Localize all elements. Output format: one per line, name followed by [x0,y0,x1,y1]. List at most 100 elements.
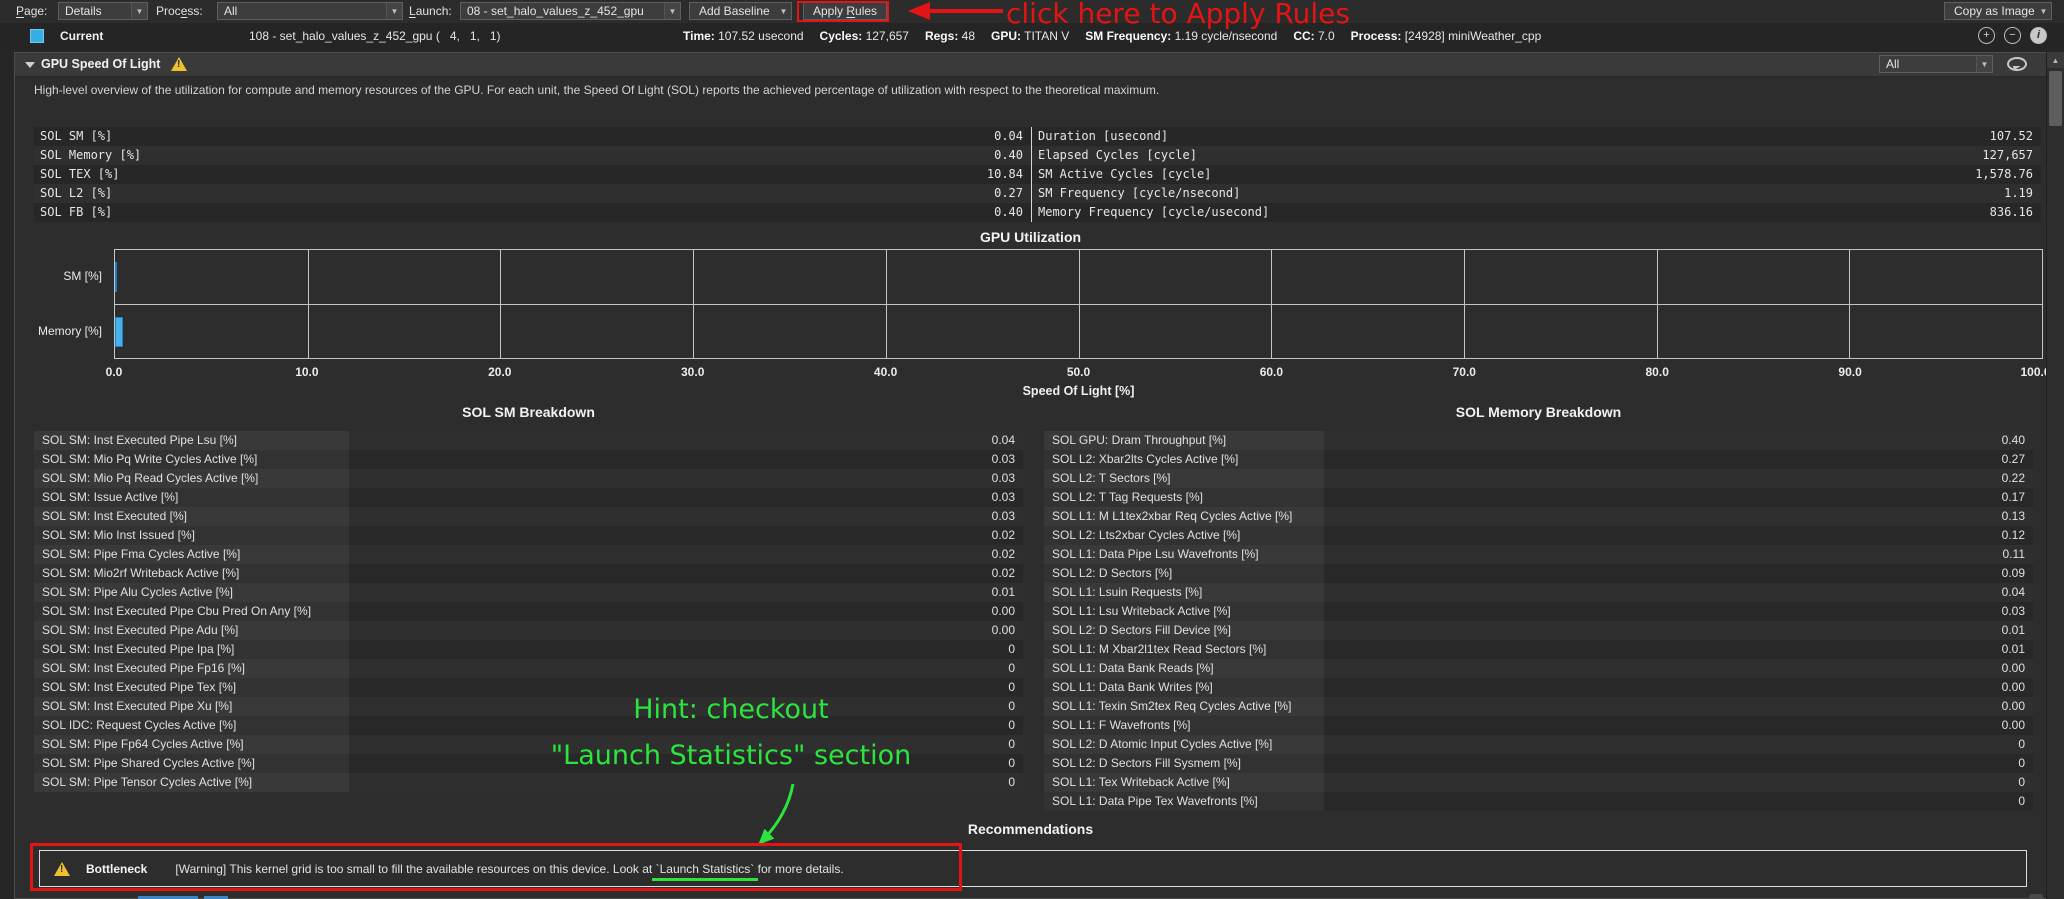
gridline [1271,250,1272,358]
gridline [1849,250,1850,358]
chevron-down-icon: ▼ [664,3,680,19]
breakdown-row: SOL IDC: Request Cycles Active [%] 0 [34,716,1023,735]
gridline [500,250,501,358]
breakdown-row: SOL SM: Inst Executed Pipe Cbu Pred On A… [34,602,1023,621]
breakdown-row: SOL SM: Pipe Tensor Cycles Active [%] 0 [34,773,1023,792]
info-button[interactable]: i [2030,27,2047,44]
x-tick-label: 80.0 [1646,365,1669,379]
breakdown-row: SOL L1: F Wavefronts [%] 0.00 [1044,716,2033,735]
breakdown-row: SOL L1: Data Bank Writes [%] 0.00 [1044,678,2033,697]
add-baseline-dropdown-arrow[interactable]: ▼ [776,2,792,20]
breakdown-row: SOL L2: T Sectors [%] 0.22 [1044,469,2033,488]
copy-as-image-button[interactable]: Copy as Image [1944,2,2045,20]
breakdown-row: SOL L1: Lsu Writeback Active [%] 0.03 [1044,602,2033,621]
breakdown-row: SOL SM: Pipe Fma Cycles Active [%] 0.02 [34,545,1023,564]
process-dropdown[interactable]: All ▼ [217,2,403,20]
breakdown-row: SOL L1: M L1tex2xbar Req Cycles Active [… [1044,507,2033,526]
zoom-out-button[interactable]: − [2004,27,2021,44]
current-label: Current [60,29,103,43]
chart-x-label: Speed Of Light [%] [114,384,2043,398]
chevron-down-icon: ▼ [2040,7,2048,16]
process-label: Process: [156,4,203,18]
sol-summary-row: SOL SM [%]0.04 Duration [usecond]107.52 [34,127,2041,146]
gridline [886,250,887,358]
chevron-down-icon: ▼ [131,3,147,19]
kernel-metric: SM Frequency: 1.19 cycle/nsecond [1085,29,1277,43]
gridline [1464,250,1465,358]
kernel-metric: CC: 7.0 [1293,29,1334,43]
warning-icon [54,862,70,876]
chevron-down-icon: ▼ [1976,56,1992,72]
page-dropdown[interactable]: Details ▼ [58,2,148,20]
breakdown-row: SOL L2: Xbar2lts Cycles Active [%] 0.27 [1044,450,2033,469]
current-color-swatch [30,29,44,43]
apply-rules-button[interactable]: Apply Rules [803,2,887,20]
breakdown-row: SOL L2: T Tag Requests [%] 0.17 [1044,488,2033,507]
scrollbar-thumb[interactable] [2049,71,2062,126]
sol-summary-row: SOL FB [%]0.40 Memory Frequency [cycle/u… [34,203,2041,222]
plus-icon: + [1983,30,1989,41]
x-tick-label: 20.0 [488,365,511,379]
breakdown-row: SOL SM: Pipe Shared Cycles Active [%] 0 [34,754,1023,773]
sm-breakdown-title: SOL SM Breakdown [34,404,1023,420]
breakdown-row: SOL SM: Inst Executed Pipe Lsu [%] 0.04 [34,431,1023,450]
bottleneck-label: Bottleneck [86,862,147,876]
chevron-down-icon: ▼ [386,3,402,19]
recommendations-title: Recommendations [15,821,2046,837]
minus-icon: − [2009,30,2015,41]
collapse-caret-icon[interactable] [25,62,35,68]
x-tick-label: 100.0 [2020,365,2047,379]
sol-summary-row: SOL TEX [%]10.84 SM Active Cycles [cycle… [34,165,2041,184]
bottleneck-recommendation: Bottleneck [Warning] This kernel grid is… [39,850,2027,887]
breakdown-row: SOL SM: Inst Executed Pipe Ipa [%] 0 [34,640,1023,659]
gridline [1657,250,1658,358]
section-filter-dropdown[interactable]: All ▼ [1879,55,1993,73]
zoom-in-button[interactable]: + [1978,27,1995,44]
breakdown-row: SOL SM: Pipe Fp64 Cycles Active [%] 0 [34,735,1023,754]
breakdown-row: SOL SM: Inst Executed Pipe Tex [%] 0 [34,678,1023,697]
breakdown-row: SOL L2: D Sectors [%] 0.09 [1044,564,2033,583]
x-tick-label: 40.0 [874,365,897,379]
breakdown-row: SOL SM: Inst Executed Pipe Xu [%] 0 [34,697,1023,716]
kernel-metric: Regs: 48 [925,29,975,43]
kernel-metric: GPU: TITAN V [991,29,1069,43]
warning-icon [171,57,187,71]
sol-summary-row: SOL L2 [%]0.27 SM Frequency [cycle/nseco… [34,184,2041,203]
breakdown-row: SOL SM: Mio Pq Read Cycles Active [%] 0.… [34,469,1023,488]
kernel-metric: Cycles: 127,657 [820,29,909,43]
triangle-up-icon: ▲ [2052,56,2060,65]
copy-as-image-dropdown-arrow[interactable]: ▼ [2036,2,2052,20]
breakdown-row: SOL L1: Lsuin Requests [%] 0.04 [1044,583,2033,602]
utilization-bar-sm [115,262,117,292]
bottleneck-message: [Warning] This kernel grid is too small … [175,862,843,876]
breakdown-row: SOL L2: D Sectors Fill Sysmem [%] 0 [1044,754,2033,773]
section-description: High-level overview of the utilization f… [34,83,1159,97]
breakdown-row: SOL L1: M Xbar2l1tex Read Sectors [%] 0.… [1044,640,2033,659]
chart-title: GPU Utilization [15,229,2046,245]
sm-breakdown-table: SOL SM: Inst Executed Pipe Lsu [%] 0.04 … [34,431,1023,792]
breakdown-row: SOL SM: Inst Executed Pipe Fp16 [%] 0 [34,659,1023,678]
launch-dropdown[interactable]: 08 - set_halo_values_z_452_gpu ▼ [460,2,681,20]
launch-statistics-reference: `Launch Statistics` [656,862,755,876]
x-tick-label: 50.0 [1067,365,1090,379]
scrollbar-up-button[interactable]: ▲ [2047,52,2064,68]
memory-breakdown-table: SOL GPU: Dram Throughput [%] 0.40 SOL L2… [1044,431,2033,811]
clipped-icon-fragment [2029,894,2043,899]
utilization-bar-memory [115,317,123,347]
y-axis-label: Memory [%] [38,324,102,338]
gridline [693,250,694,358]
memory-breakdown-title: SOL Memory Breakdown [1044,404,2033,420]
vertical-scrollbar[interactable]: ▲ [2046,52,2064,899]
toolbar: Page: Details ▼ Process: All ▼ Launch: 0… [0,0,2064,24]
breakdown-row: SOL L1: Data Pipe Lsu Wavefronts [%] 0.1… [1044,545,2033,564]
breakdown-row: SOL SM: Mio2rf Writeback Active [%] 0.02 [34,564,1023,583]
comment-icon[interactable] [2007,57,2027,71]
chart-y-labels: SM [%]Memory [%] [15,249,108,359]
breakdown-row: SOL SM: Mio Inst Issued [%] 0.02 [34,526,1023,545]
details-panel: GPU Speed Of Light All ▼ High-level over… [14,52,2047,899]
page-label: Page: [16,4,47,18]
breakdown-row: SOL L2: D Atomic Input Cycles Active [%]… [1044,735,2033,754]
add-baseline-button[interactable]: Add Baseline [689,2,780,20]
section-header[interactable]: GPU Speed Of Light All ▼ [15,53,2046,77]
x-tick-label: 60.0 [1260,365,1283,379]
